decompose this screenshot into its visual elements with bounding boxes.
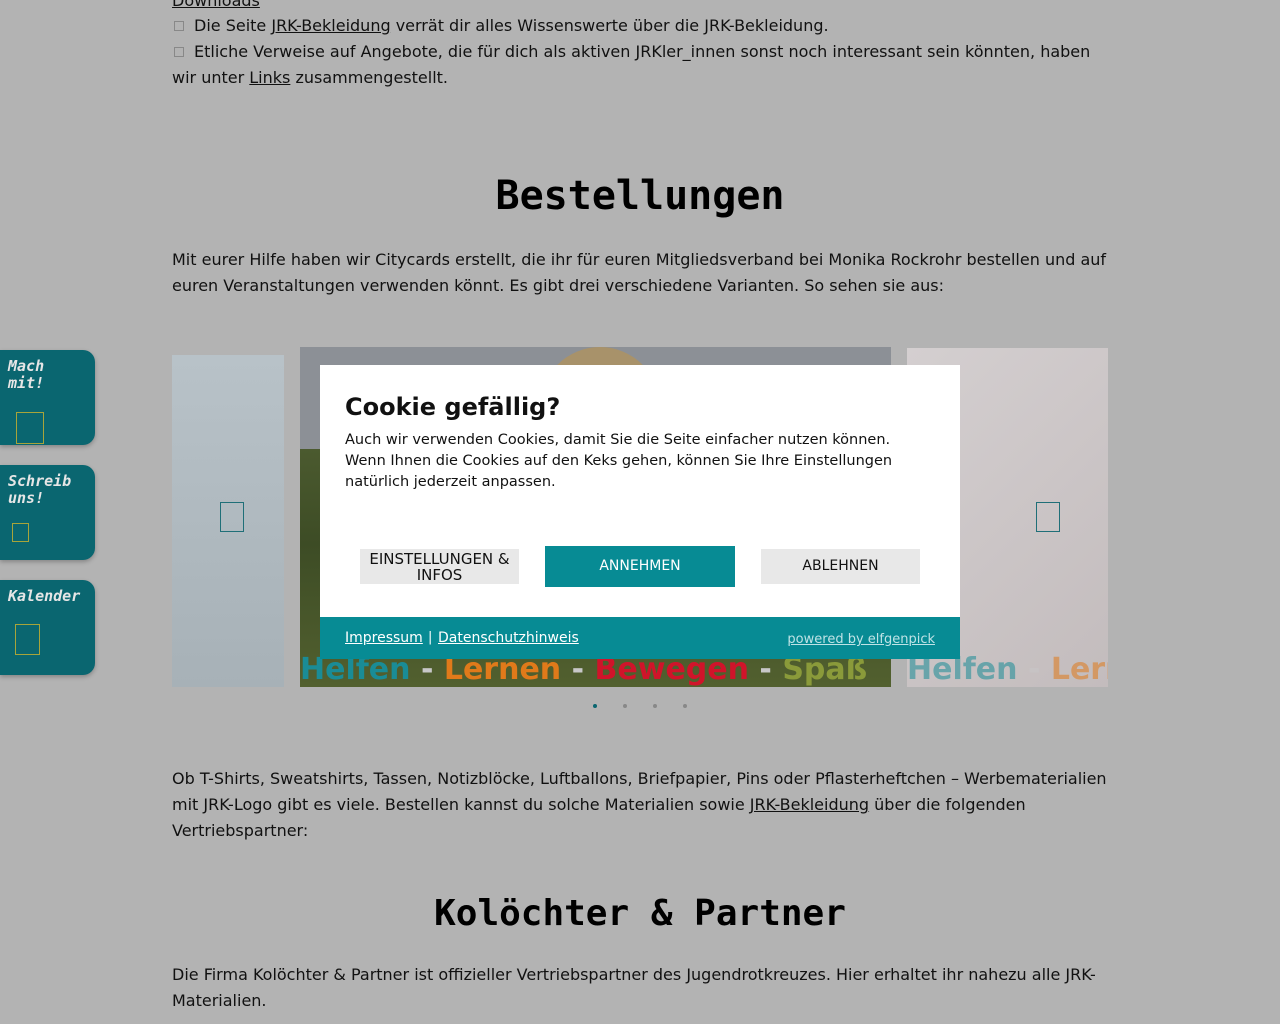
mail-icon — [12, 523, 29, 542]
hand-icon — [16, 412, 44, 444]
bestellungen-text: Mit eurer Hilfe haben wir Citycards erst… — [172, 250, 1107, 295]
bullet-icon — [174, 47, 184, 57]
list-item: Die Seite JRK-Bekleidung verrät dir alle… — [172, 13, 1108, 39]
bestellungen-heading: Bestellungen — [495, 173, 785, 219]
side-tab-label: Schreib uns! — [8, 472, 72, 507]
side-tab-label: Mach mit! — [8, 357, 45, 392]
bullet-icon — [174, 21, 184, 31]
carousel-next-icon[interactable] — [1036, 502, 1060, 532]
carousel-dot[interactable] — [593, 704, 597, 708]
jrk-bekleidung-link[interactable]: JRK-Bekleidung — [271, 16, 390, 35]
datenschutz-link[interactable]: Datenschutzhinweis — [438, 628, 579, 648]
downloads-link[interactable]: Downloads — [172, 0, 260, 11]
side-tab-label: Kalender — [8, 587, 81, 605]
partner-text: Die Firma Kolöchter & Partner ist offizi… — [172, 965, 1096, 1010]
powered-by-link[interactable]: powered by elfgenpick — [787, 630, 935, 650]
carousel-prev-icon[interactable] — [220, 502, 244, 532]
jrk-bekleidung-link[interactable]: JRK-Bekleidung — [750, 795, 869, 814]
cookie-dialog: Cookie gefällig? Auch wir verwenden Cook… — [320, 365, 960, 659]
cookie-settings-button[interactable]: Einstellungen & Infos — [360, 549, 519, 584]
cookie-title: Cookie gefällig? — [345, 393, 561, 421]
side-tab-mach-mit[interactable]: Mach mit! — [0, 350, 95, 445]
cookie-accept-button[interactable]: Annehmen — [545, 546, 735, 587]
materials-text: Ob T-Shirts, Sweatshirts, Tassen, Notizb… — [172, 769, 1107, 840]
calendar-icon — [15, 624, 40, 655]
carousel-dot[interactable] — [623, 704, 627, 708]
footer-separator: | — [428, 630, 433, 645]
links-link[interactable]: Links — [249, 68, 290, 87]
partner-heading: Kolöchter & Partner — [434, 893, 846, 934]
cookie-footer: Impressum | Datenschutzhinweis powered b… — [320, 617, 960, 659]
side-tab-kalender[interactable]: Kalender — [0, 580, 95, 675]
cookie-reject-button[interactable]: Ablehnen — [761, 549, 920, 584]
side-tab-schreib-uns[interactable]: Schreib uns! — [0, 465, 95, 560]
impressum-link[interactable]: Impressum — [345, 628, 423, 648]
carousel-dot[interactable] — [683, 704, 687, 708]
cookie-message: Auch wir verwenden Cookies, damit Sie di… — [345, 432, 893, 490]
carousel-dot[interactable] — [653, 704, 657, 708]
list-item: Etliche Verweise auf Angebote, die für d… — [172, 42, 1091, 87]
